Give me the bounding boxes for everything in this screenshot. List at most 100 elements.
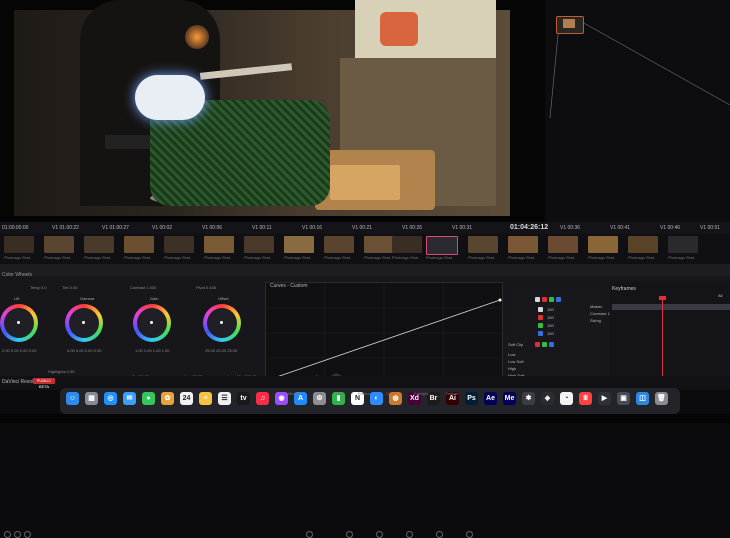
intensity-y-chip[interactable] — [538, 307, 543, 312]
soft-clip-high[interactable]: High — [508, 366, 516, 371]
clip-thumb[interactable] — [628, 236, 658, 253]
wheel-puck[interactable] — [220, 321, 223, 324]
wheel-puck[interactable] — [82, 321, 85, 324]
calendar-icon[interactable]: 24 — [180, 392, 193, 405]
soft-clip-low-soft[interactable]: Low Soft — [508, 359, 524, 364]
clip-thumb[interactable] — [364, 236, 394, 253]
finder2-icon[interactable]: ▣ — [617, 392, 630, 405]
curves-editor[interactable] — [265, 282, 503, 384]
lift-values[interactable]: 0.00 0.00 0.00 0.00 — [2, 348, 36, 353]
page-tab-fairlight[interactable]: Fairlight — [414, 391, 428, 396]
intensity-g-chip[interactable] — [538, 323, 543, 328]
page-tab-media[interactable]: Media — [288, 391, 299, 396]
mediaencoder-icon[interactable]: Me — [503, 392, 516, 405]
clip-thumb[interactable] — [324, 236, 354, 253]
contrast-param[interactable]: Contrast 1.000 — [130, 285, 156, 290]
keyframe-track[interactable] — [612, 304, 730, 310]
wheel-puck[interactable] — [17, 321, 20, 324]
gain-label: Gain — [150, 296, 158, 301]
wheel-puck[interactable] — [150, 321, 153, 324]
photos-icon[interactable]: ✿ — [161, 392, 174, 405]
mediaplayer-icon[interactable]: ▶ — [598, 392, 611, 405]
keyframes-all[interactable]: All — [718, 293, 722, 298]
clip-thumb[interactable] — [164, 236, 194, 253]
kf-sizing[interactable]: Sizing — [590, 318, 601, 323]
clip-thumb[interactable] — [4, 236, 34, 253]
channel-b-chip[interactable] — [556, 297, 561, 302]
clip-thumb[interactable] — [284, 236, 314, 253]
window-icon[interactable] — [376, 531, 383, 538]
tracker-icon[interactable] — [406, 531, 413, 538]
clip-thumb[interactable] — [204, 236, 234, 253]
blur-icon[interactable] — [436, 531, 443, 538]
bridge-icon[interactable]: Br — [427, 392, 440, 405]
intensity-r[interactable]: 100 — [547, 315, 554, 320]
reminders-icon[interactable]: ☰ — [218, 392, 231, 405]
gain-values[interactable]: 1.00 1.00 1.00 1.00 — [135, 348, 169, 353]
intensity-g[interactable]: 100 — [547, 323, 554, 328]
bars-icon[interactable] — [24, 531, 31, 538]
soft-clip-b-chip[interactable] — [549, 342, 554, 347]
page-tab-color[interactable]: Color — [386, 391, 396, 396]
selected-clip-thumb[interactable] — [426, 236, 458, 255]
preview-icon[interactable]: ◫ — [636, 392, 649, 405]
appletv-icon[interactable]: tv — [237, 392, 250, 405]
qualifier-icon[interactable] — [346, 531, 353, 538]
photoshop-icon[interactable]: Ps — [465, 392, 478, 405]
keyframes-panel[interactable] — [610, 282, 730, 382]
page-tab-edit[interactable]: Edit — [336, 391, 343, 396]
panel-title: Color Wheels — [2, 272, 32, 278]
page-tab-deliver[interactable]: Deliver — [446, 391, 458, 396]
launchpad-icon[interactable]: ▦ — [85, 392, 98, 405]
messages-icon[interactable]: ● — [142, 392, 155, 405]
page-tab-cut[interactable]: Cut — [316, 391, 322, 396]
intensity-b-chip[interactable] — [538, 331, 543, 336]
timeline-timecode-bar[interactable]: 01:00:00:00 V1 01:00:22 V1 01:00:27 V1 0… — [0, 222, 730, 234]
soft-clip-low[interactable]: Low — [508, 352, 515, 357]
zoom-icon[interactable]: ◐ — [370, 392, 383, 405]
clip-thumb[interactable] — [588, 236, 618, 253]
utility-icon[interactable]: ✱ — [522, 392, 535, 405]
intensity-y[interactable]: 100 — [547, 307, 554, 312]
highlights-param[interactable]: Highlights 0.00 — [48, 369, 74, 374]
kf-master[interactable]: Master — [590, 304, 602, 309]
tint-param[interactable]: Tint 0.00 — [62, 285, 77, 290]
temp-param[interactable]: Temp 0.0 — [30, 285, 46, 290]
clock-icon[interactable]: ◔ — [560, 392, 573, 405]
clip-thumb[interactable] — [392, 236, 422, 253]
notes-icon[interactable]: ≡ — [199, 392, 212, 405]
figma-icon[interactable]: ◈ — [541, 392, 554, 405]
ableton-icon[interactable]: Ⅲ — [579, 392, 592, 405]
key-icon[interactable] — [466, 531, 473, 538]
kf-corrector[interactable]: Corrector 1 — [590, 311, 610, 316]
clip-thumb[interactable] — [468, 236, 498, 253]
channel-g-chip[interactable] — [549, 297, 554, 302]
clip-thumb[interactable] — [548, 236, 578, 253]
wheel-icon[interactable] — [14, 531, 21, 538]
intensity-r-chip[interactable] — [538, 315, 543, 320]
clip-thumb[interactable] — [44, 236, 74, 253]
gamma-values[interactable]: 0.00 0.00 0.00 0.00 — [67, 348, 101, 353]
aftereffects-icon[interactable]: Ae — [484, 392, 497, 405]
offset-values[interactable]: 25.00 25.00 25.00 — [205, 348, 237, 353]
clip-thumb[interactable] — [84, 236, 114, 253]
clip-thumb[interactable] — [124, 236, 154, 253]
clip-thumb[interactable] — [508, 236, 538, 253]
podcasts-icon[interactable]: ◉ — [275, 392, 288, 405]
trash-icon[interactable]: 🗑 — [655, 392, 668, 405]
curves-icon[interactable] — [306, 531, 313, 538]
target-icon[interactable] — [4, 531, 11, 538]
page-tab-fusion[interactable]: Fusion — [358, 391, 370, 396]
clip-thumb[interactable] — [244, 236, 274, 253]
soft-clip-r-chip[interactable] — [535, 342, 540, 347]
mail-icon[interactable]: ✉ — [123, 392, 136, 405]
channel-r-chip[interactable] — [542, 297, 547, 302]
clip-thumb[interactable] — [668, 236, 698, 253]
pivot-param[interactable]: Pivot 0.435 — [196, 285, 216, 290]
intensity-b[interactable]: 100 — [547, 331, 554, 336]
channel-y-chip[interactable] — [535, 297, 540, 302]
finder-icon[interactable]: ☺ — [66, 392, 79, 405]
safari-icon[interactable]: ◎ — [104, 392, 117, 405]
soft-clip-g-chip[interactable] — [542, 342, 547, 347]
music-icon[interactable]: ♫ — [256, 392, 269, 405]
